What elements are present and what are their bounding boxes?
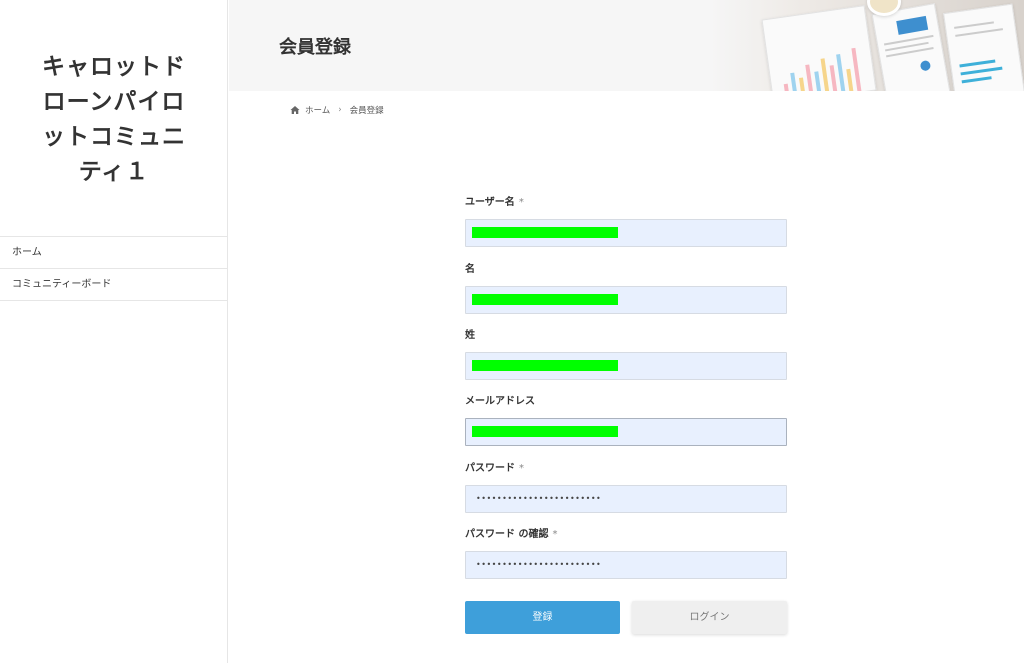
login-button[interactable]: ログイン — [632, 601, 787, 634]
header-photo-document — [871, 3, 951, 91]
page-title: 会員登録 — [279, 37, 351, 58]
password-input[interactable]: •••••••••••••••••••••••• — [465, 485, 787, 513]
first-name-label-text: 名 — [465, 264, 475, 275]
email-label: メールアドレス — [465, 392, 535, 407]
nav-item-community-board[interactable]: コミュニティーボード — [0, 269, 228, 301]
password-confirm-label-text: パスワード の確認 — [465, 529, 549, 540]
chart-bar — [799, 77, 807, 91]
document-accent-line — [961, 76, 992, 84]
home-icon — [290, 106, 300, 114]
chart-bar — [820, 58, 830, 91]
site-title-line: ティ１ — [78, 159, 150, 185]
chart-bar — [846, 68, 854, 91]
nav-item-home[interactable]: ホーム — [0, 237, 228, 269]
last-name-input[interactable] — [465, 352, 787, 380]
side-nav: ホーム コミュニティーボード — [0, 236, 228, 301]
document-accent-line — [959, 59, 996, 68]
email-label-text: メールアドレス — [465, 396, 535, 407]
last-name-label: 姓 — [465, 326, 475, 341]
site-title-line: ットコミュニ — [42, 124, 186, 150]
email-input[interactable] — [465, 418, 787, 446]
chart-bar — [790, 72, 799, 91]
password-confirm-label: パスワード の確認 * — [465, 525, 557, 540]
required-mark: * — [552, 529, 558, 540]
chart-bar — [805, 64, 814, 91]
last-name-label-text: 姓 — [465, 330, 475, 341]
header-photo-document — [943, 3, 1024, 91]
document-header-block — [896, 15, 929, 35]
first-name-label: 名 — [465, 260, 475, 275]
required-mark: * — [518, 197, 524, 208]
header-photo-document — [761, 5, 877, 91]
redaction-block — [472, 227, 618, 238]
breadcrumb-separator: › — [338, 105, 342, 115]
header-photo — [709, 0, 1024, 91]
breadcrumb-home-link[interactable]: ホーム — [305, 104, 330, 116]
username-label: ユーザー名 * — [465, 193, 524, 208]
chart-bar — [814, 71, 822, 91]
site-title-line: ローンパイロ — [42, 89, 186, 115]
sidebar: キャロットド ローンパイロ ットコミュニ ティ１ ホーム コミュニティーボード — [0, 0, 228, 663]
document-accent-line — [960, 66, 1003, 76]
password-confirm-input[interactable]: •••••••••••••••••••••••• — [465, 551, 787, 579]
redaction-block — [472, 294, 618, 305]
site-title-line: キャロットド — [42, 54, 186, 80]
username-input[interactable] — [465, 219, 787, 247]
register-button[interactable]: 登録 — [465, 601, 620, 634]
redaction-block — [472, 426, 618, 437]
username-label-text: ユーザー名 — [465, 197, 515, 208]
breadcrumb-current: 会員登録 — [349, 106, 384, 116]
chart-bar — [851, 47, 862, 91]
chart-bar — [836, 54, 846, 91]
document-text-line — [955, 28, 1004, 37]
document-text-line — [954, 21, 994, 29]
breadcrumb: ホーム › 会員登録 — [290, 104, 384, 116]
site-title[interactable]: キャロットド ローンパイロ ットコミュニ ティ１ — [0, 50, 228, 190]
redaction-block — [472, 360, 618, 371]
chart-bar — [783, 83, 791, 91]
required-mark: * — [519, 463, 524, 474]
chart-bar — [829, 65, 838, 91]
page-header-banner: 会員登録 — [229, 0, 1024, 91]
document-badge — [919, 59, 932, 72]
password-label-text: パスワード — [465, 463, 515, 474]
first-name-input[interactable] — [465, 286, 787, 314]
password-label: パスワード * — [465, 459, 524, 474]
